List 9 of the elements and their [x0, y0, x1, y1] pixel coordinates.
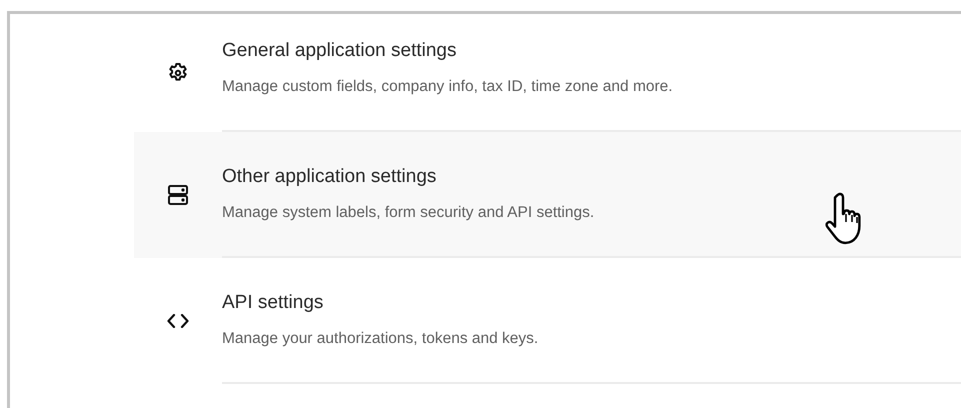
item-description: Manage your authorizations, tokens and keys. — [222, 329, 540, 349]
code-icon — [167, 314, 189, 328]
item-description: Manage system labels, form security and API settings. — [222, 203, 596, 223]
server-icon — [167, 184, 189, 206]
settings-item[interactable]: Other application settings Manage system labels, form security and API settings. — [134, 132, 961, 258]
item-title: General application settings — [222, 39, 458, 63]
item-title: API settings — [222, 291, 324, 315]
item-description: Manage custom fields, company info, tax ID, time zone and more. — [222, 77, 674, 97]
item-title: Other application settings — [222, 165, 438, 189]
